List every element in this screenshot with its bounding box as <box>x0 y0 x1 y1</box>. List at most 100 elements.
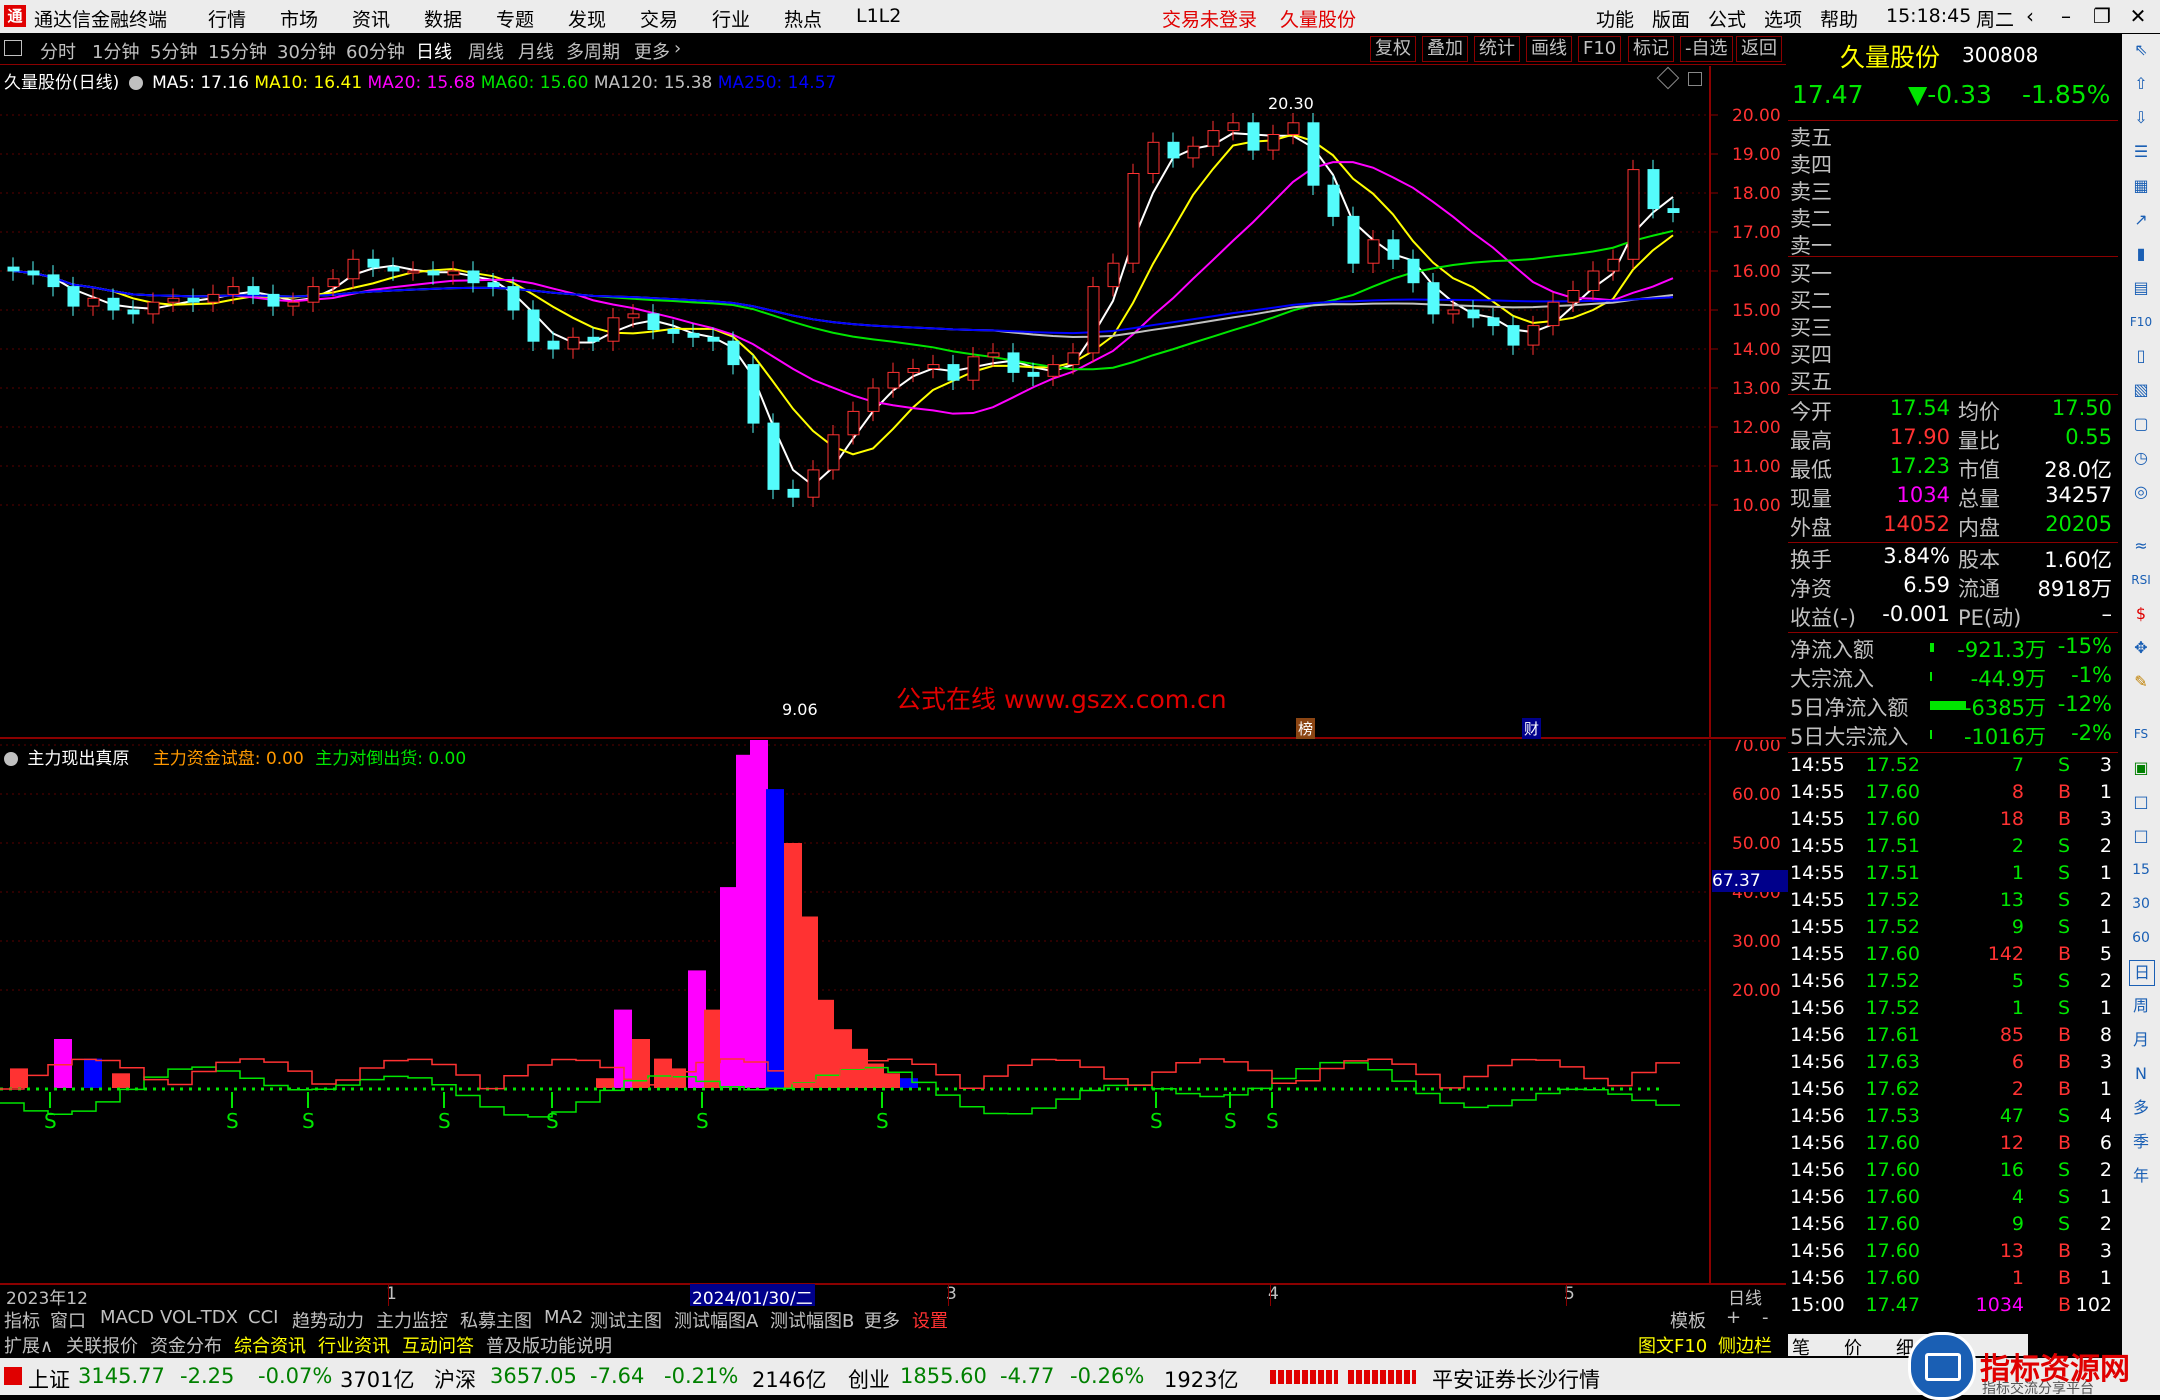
table-icon[interactable]: ▤ <box>2129 276 2153 300</box>
list-icon[interactable]: ☰ <box>2129 140 2153 164</box>
candle-body[interactable] <box>727 340 740 366</box>
min30-shortcut[interactable]: 30 <box>2129 892 2153 916</box>
menu-xuanxiang[interactable]: 选项 <box>1764 5 1802 32</box>
candle-body[interactable] <box>1347 215 1360 264</box>
candle-body[interactable] <box>1127 173 1140 264</box>
candle-body[interactable] <box>1407 258 1420 284</box>
candle-body[interactable] <box>1307 122 1320 186</box>
candle-body[interactable] <box>1587 270 1600 291</box>
tick-row[interactable]: 14:56 17.60 9 S 2 <box>1790 1213 2116 1240</box>
candle-body[interactable] <box>107 297 120 311</box>
tab-macd[interactable]: MACD <box>100 1307 154 1328</box>
tab-chuangkou[interactable]: 窗口 <box>50 1307 86 1333</box>
minute-5-icon[interactable]: □ <box>2129 824 2153 848</box>
candle-body[interactable] <box>987 352 1000 358</box>
tab-pujiban[interactable]: 普及版功能说明 <box>486 1332 612 1358</box>
candle-body[interactable] <box>507 286 520 311</box>
menu-shuju[interactable]: 数据 <box>424 5 462 32</box>
candle-body[interactable] <box>1247 122 1260 151</box>
fs-icon[interactable]: FS <box>2129 722 2153 746</box>
day-shortcut[interactable]: 日 <box>2129 960 2155 986</box>
menu-redian[interactable]: 热点 <box>784 5 822 32</box>
candle-body[interactable] <box>807 469 820 498</box>
square-icon[interactable] <box>1688 72 1702 86</box>
candle-body[interactable] <box>67 286 80 307</box>
index-sh-name[interactable]: 上证 <box>28 1364 70 1394</box>
tab-shezhi[interactable]: 设置 <box>912 1307 948 1333</box>
index-hs-name[interactable]: 沪深 <box>434 1364 476 1394</box>
arrow-up-icon[interactable]: ⇧ <box>2129 72 2153 96</box>
f10-icon[interactable]: F10 <box>2129 310 2153 334</box>
period-30min[interactable]: 30分钟 <box>277 38 336 64</box>
candle-body[interactable] <box>1447 309 1460 315</box>
candle-body[interactable] <box>607 317 620 342</box>
menu-gongshi[interactable]: 公式 <box>1708 5 1746 32</box>
candle-body[interactable] <box>1007 352 1020 373</box>
candle-icon[interactable]: ▮ <box>2129 242 2153 266</box>
template-button[interactable]: 模板 <box>1670 1307 1706 1333</box>
candle-body[interactable] <box>1507 325 1520 346</box>
tick-row[interactable]: 14:56 17.60 16 S 2 <box>1790 1159 2116 1186</box>
candle-body[interactable] <box>1567 290 1580 303</box>
candle-body[interactable] <box>1607 258 1620 272</box>
candle-body[interactable] <box>1547 301 1560 327</box>
tick-row[interactable]: 14:55 17.51 1 S 1 <box>1790 862 2116 889</box>
f10-button[interactable]: F10 <box>1578 36 1622 62</box>
index-cy-name[interactable]: 创业 <box>848 1364 890 1394</box>
tab-qushidongli[interactable]: 趋势动力 <box>292 1307 364 1333</box>
candle-body[interactable] <box>527 309 540 342</box>
candle-body[interactable] <box>1107 262 1120 288</box>
candle-body[interactable] <box>367 258 380 268</box>
candle-body[interactable] <box>1427 282 1440 315</box>
candle-body[interactable] <box>247 286 260 295</box>
candle-body[interactable] <box>1487 317 1500 327</box>
diejia-button[interactable]: 叠加 <box>1422 36 1468 62</box>
candle-body[interactable] <box>827 434 840 471</box>
menu-zixun[interactable]: 资讯 <box>352 5 390 32</box>
move-icon[interactable]: ✥ <box>2129 636 2153 660</box>
candle-body[interactable] <box>927 364 940 370</box>
candle-body[interactable] <box>1267 134 1280 151</box>
candle-body[interactable] <box>1147 141 1160 175</box>
tick-row[interactable]: 14:55 17.52 9 S 1 <box>1790 916 2116 943</box>
candle-body[interactable] <box>667 329 680 334</box>
pen-icon[interactable]: ✎ <box>2129 670 2153 694</box>
tick-row[interactable]: 14:56 17.60 12 B 6 <box>1790 1132 2116 1159</box>
bars-icon[interactable]: ▧ <box>2129 378 2153 402</box>
candle-body[interactable] <box>547 340 560 350</box>
calc-icon[interactable]: ▢ <box>2129 412 2153 436</box>
candle-body[interactable] <box>1367 239 1380 264</box>
candle-body[interactable] <box>967 356 980 381</box>
tick-row[interactable]: 14:55 17.60 18 B 3 <box>1790 808 2116 835</box>
period-daily[interactable]: 日线 <box>416 38 452 64</box>
candle-body[interactable] <box>1647 169 1660 210</box>
candle-body[interactable] <box>707 336 720 342</box>
tick-row[interactable]: 14:56 17.52 1 S 1 <box>1790 997 2116 1024</box>
candle-body[interactable] <box>1067 352 1080 366</box>
tick-row[interactable]: 14:56 17.61 85 B 8 <box>1790 1024 2116 1051</box>
menu-jiaoyi[interactable]: 交易 <box>640 5 678 32</box>
tick-row[interactable]: 14:56 17.53 47 S 4 <box>1790 1105 2116 1132</box>
period-1min[interactable]: 1分钟 <box>92 38 139 64</box>
tab-ma2[interactable]: MA2 <box>544 1307 583 1328</box>
tab-zonghezixun[interactable]: 综合资讯 <box>234 1332 306 1358</box>
tab-tuwenf10[interactable]: 图文F10 <box>1638 1332 1707 1358</box>
n-shortcut[interactable]: N <box>2129 1062 2153 1086</box>
image-icon[interactable]: ▣ <box>2129 756 2153 780</box>
tab-ceshifutu-b[interactable]: 测试幅图B <box>770 1307 854 1333</box>
candle-body[interactable] <box>867 387 880 412</box>
tick-row[interactable]: 14:55 17.60 8 B 1 <box>1790 781 2116 808</box>
candle-body[interactable] <box>487 282 500 288</box>
tab-vol-tdx[interactable]: VOL-TDX <box>160 1307 238 1328</box>
menu-hangqing[interactable]: 行情 <box>208 5 246 32</box>
candle-body[interactable] <box>1207 130 1220 147</box>
candle-body[interactable] <box>1027 371 1040 377</box>
candle-body[interactable] <box>427 270 440 276</box>
candle-body[interactable] <box>627 313 640 319</box>
menu-hangye[interactable]: 行业 <box>712 5 750 32</box>
fuquan-button[interactable]: 复权 <box>1370 36 1416 62</box>
menu-zhuanti[interactable]: 专题 <box>496 5 534 32</box>
tick-row[interactable]: 14:55 17.52 7 S 3 <box>1790 754 2116 781</box>
tab-ceshizhutu[interactable]: 测试主图 <box>590 1307 662 1333</box>
tab-bi[interactable]: 笔 <box>1792 1334 1810 1360</box>
